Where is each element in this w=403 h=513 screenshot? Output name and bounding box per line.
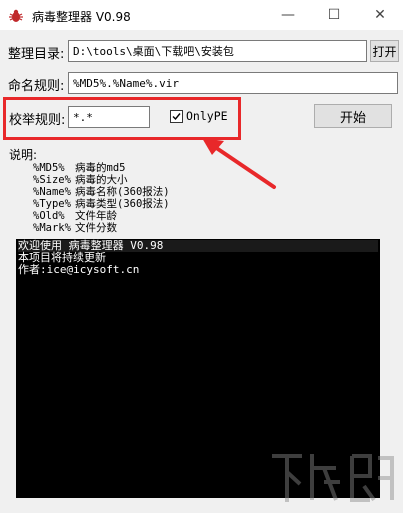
highlight-box xyxy=(3,97,241,140)
description-code: %Mark% xyxy=(33,222,71,234)
close-button[interactable]: ✕ xyxy=(357,0,403,30)
description-code: %Old% xyxy=(33,210,65,222)
description-item: %Size% 病毒的大小 xyxy=(33,174,170,186)
naming-input[interactable]: %MD5%.%Name%.vir xyxy=(68,72,398,94)
description-code: %Type% xyxy=(33,198,71,210)
directory-input[interactable]: D:\tools\桌面\下载吧\安装包 xyxy=(68,40,367,62)
title-bar: 病毒整理器 V0.98 — ☐ ✕ xyxy=(0,0,403,30)
description-item: %Old% 文件年龄 xyxy=(33,210,170,222)
description-text: 病毒的大小 xyxy=(75,174,128,186)
download-site-logo-icon xyxy=(272,454,394,502)
description-text: 文件分数 xyxy=(75,222,117,234)
minimize-button[interactable]: — xyxy=(265,0,311,30)
description-text: 病毒类型(360报法) xyxy=(75,198,170,210)
naming-label: 命名规则: xyxy=(8,79,65,94)
description-code: %Name% xyxy=(33,186,71,198)
red-arrow-icon xyxy=(202,138,276,189)
start-button[interactable]: 开始 xyxy=(314,104,392,128)
directory-label: 整理目录: xyxy=(8,47,65,62)
description-title: 说明: xyxy=(9,148,38,162)
description-code: %MD5% xyxy=(33,162,65,174)
bug-icon xyxy=(9,9,23,22)
description-list: %MD5% 病毒的md5 %Size% 病毒的大小 %Name% 病毒名称(36… xyxy=(33,162,170,234)
description-text: 文件年龄 xyxy=(75,210,117,222)
console-line: 作者:ice@icysoft.cn xyxy=(18,263,140,276)
description-text: 病毒名称(360报法) xyxy=(75,186,170,198)
description-item: %Mark% 文件分数 xyxy=(33,222,170,234)
open-button[interactable]: 打开 xyxy=(370,40,399,62)
description-item: %Type% 病毒类型(360报法) xyxy=(33,198,170,210)
description-text: 病毒的md5 xyxy=(75,162,126,174)
description-item: %Name% 病毒名称(360报法) xyxy=(33,186,170,198)
maximize-button[interactable]: ☐ xyxy=(311,0,357,30)
description-item: %MD5% 病毒的md5 xyxy=(33,162,170,174)
window-title: 病毒整理器 V0.98 xyxy=(32,10,131,24)
description-code: %Size% xyxy=(33,174,71,186)
